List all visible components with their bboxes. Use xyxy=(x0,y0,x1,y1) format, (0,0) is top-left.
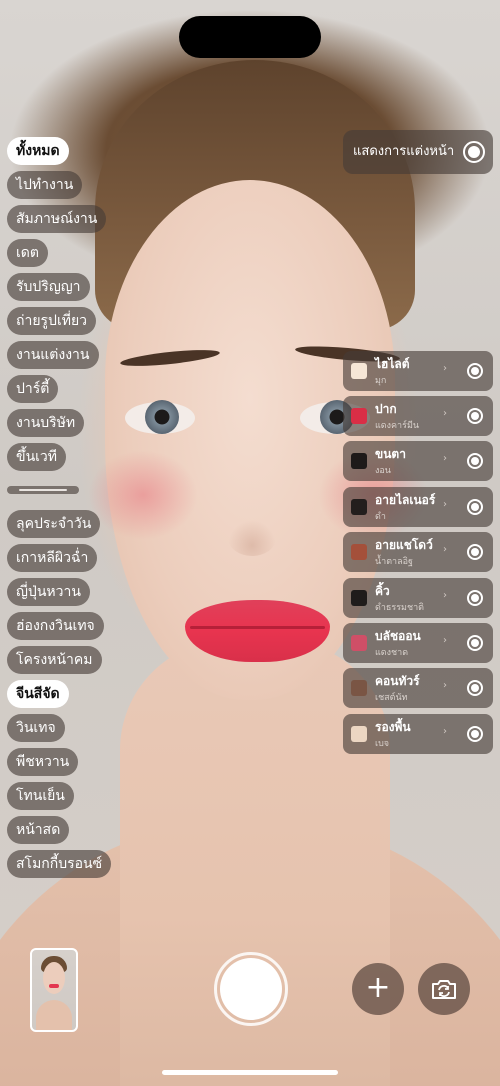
style-chip[interactable]: สโมกกี้บรอนซ์ xyxy=(7,850,112,878)
makeup-item-title: อายไลเนอร์ xyxy=(375,493,436,507)
makeup-item-title: อายแชโดว์ xyxy=(375,538,433,552)
category-chip[interactable]: เดต xyxy=(7,239,48,267)
makeup-item-brows[interactable]: คิ้ว ดำธรรมชาติ › xyxy=(343,578,493,618)
style-chip[interactable]: จีนสีจัด xyxy=(7,680,69,708)
makeup-item-shade: แดงชาด xyxy=(375,648,409,658)
category-chip[interactable]: ขึ้นเวที xyxy=(7,443,67,471)
color-swatch xyxy=(351,635,367,651)
makeup-item-eyeliner[interactable]: อายไลเนอร์ ดำ › xyxy=(343,487,493,527)
home-indicator xyxy=(162,1070,338,1075)
makeup-item-eyeshadow[interactable]: อายแชโดว์ น้ำตาลอิฐ › xyxy=(343,532,493,572)
makeup-item-title: คิ้ว xyxy=(375,584,390,598)
makeup-item-shade: เชสต์นัท xyxy=(375,693,408,703)
style-chip[interactable]: พีชหวาน xyxy=(7,748,79,776)
makeup-item-foundation[interactable]: รองพื้น เบจ › xyxy=(343,714,493,754)
category-chip[interactable]: รับปริญญา xyxy=(7,273,90,301)
thumbnail-lips xyxy=(49,984,59,988)
style-chip[interactable]: ญี่ปุ่นหวาน xyxy=(7,578,90,606)
makeup-item-shade: แดงคาร์มีน xyxy=(375,421,420,431)
makeup-item-title: ปาก xyxy=(375,402,397,416)
color-swatch xyxy=(351,590,367,606)
style-chip[interactable]: เกาหลีผิวฉ่ำ xyxy=(7,544,98,572)
lip-line xyxy=(190,626,325,629)
makeup-item-title: บลัชออน xyxy=(375,629,421,643)
category-chip[interactable]: ทั้งหมด xyxy=(7,137,69,165)
style-chip[interactable]: วินเทจ xyxy=(7,714,65,742)
chevron-right-icon: › xyxy=(443,680,447,691)
enabled-radio-icon[interactable] xyxy=(467,453,483,469)
enabled-radio-icon[interactable] xyxy=(467,499,483,515)
dynamic-island xyxy=(179,16,321,58)
show-makeup-toggle[interactable]: แสดงการแต่งหน้า xyxy=(343,130,493,174)
chevron-right-icon: › xyxy=(443,590,447,601)
category-chip[interactable]: ปาร์ตี้ xyxy=(7,375,59,403)
gallery-thumbnail[interactable] xyxy=(30,948,78,1032)
color-swatch xyxy=(351,408,367,424)
enabled-radio-icon[interactable] xyxy=(467,726,483,742)
chevron-right-icon: › xyxy=(443,726,447,737)
color-swatch xyxy=(351,544,367,560)
color-swatch xyxy=(351,453,367,469)
makeup-item-title: คอนทัวร์ xyxy=(375,674,420,688)
thumbnail-body xyxy=(36,1000,72,1030)
chevron-right-icon: › xyxy=(443,408,447,419)
chevron-right-icon: › xyxy=(443,544,447,555)
category-chip[interactable]: ถ่ายรูปเที่ยว xyxy=(7,307,97,335)
enabled-radio-icon[interactable] xyxy=(467,590,483,606)
makeup-item-lips[interactable]: ปาก แดงคาร์มีน › xyxy=(343,396,493,436)
enabled-radio-icon[interactable] xyxy=(467,635,483,651)
makeup-item-shade: มุก xyxy=(375,376,387,386)
model-lips xyxy=(185,600,330,662)
makeup-item-blush[interactable]: บลัชออน แดงชาด › xyxy=(343,623,493,663)
category-chip[interactable]: งานบริษัท xyxy=(7,409,85,437)
makeup-item-contour[interactable]: คอนทัวร์ เชสต์นัท › xyxy=(343,668,493,708)
chevron-right-icon: › xyxy=(443,499,447,510)
style-chip[interactable]: ลุคประจำวัน xyxy=(7,510,101,538)
makeup-item-highlight[interactable]: ไฮไลต์ มุก › xyxy=(343,351,493,391)
chevron-right-icon: › xyxy=(443,363,447,374)
shutter-button[interactable] xyxy=(220,958,282,1020)
add-button[interactable]: + xyxy=(352,963,404,1015)
makeup-item-shade: น้ำตาลอิฐ xyxy=(375,557,413,567)
enabled-radio-icon[interactable] xyxy=(467,408,483,424)
enabled-radio-icon[interactable] xyxy=(467,363,483,379)
makeup-item-shade: ดำธรรมชาติ xyxy=(375,603,424,613)
makeup-item-shade: ดำ xyxy=(375,512,386,522)
chevron-right-icon: › xyxy=(443,635,447,646)
category-chip[interactable]: สัมภาษณ์งาน xyxy=(7,205,107,233)
toggle-on-radio-icon[interactable] xyxy=(463,141,485,163)
show-makeup-label: แสดงการแต่งหน้า xyxy=(353,144,455,159)
flip-camera-button[interactable] xyxy=(418,963,470,1015)
makeup-item-shade: เบจ xyxy=(375,739,390,749)
plus-icon: + xyxy=(365,970,391,1005)
left-iris xyxy=(145,400,179,434)
left-blush xyxy=(88,450,198,540)
makeup-item-title: รองพื้น xyxy=(375,720,411,734)
chevron-right-icon: › xyxy=(443,453,447,464)
makeup-item-lashes[interactable]: ขนตา งอน › xyxy=(343,441,493,481)
thumbnail-face xyxy=(43,962,65,994)
makeup-item-shade: งอน xyxy=(375,466,391,476)
category-chip[interactable]: ไปทำงาน xyxy=(7,171,83,199)
enabled-radio-icon[interactable] xyxy=(467,544,483,560)
makeup-item-title: ขนตา xyxy=(375,447,406,461)
color-swatch xyxy=(351,363,367,379)
enabled-radio-icon[interactable] xyxy=(467,680,483,696)
style-chip[interactable]: โทนเย็น xyxy=(7,782,74,810)
style-chip[interactable]: หน้าสด xyxy=(7,816,70,844)
makeup-item-title: ไฮไลต์ xyxy=(375,357,410,371)
style-chip[interactable]: โครงหน้าคม xyxy=(7,646,102,674)
model-nose xyxy=(228,520,276,556)
flip-camera-icon xyxy=(432,980,456,999)
category-divider xyxy=(7,486,79,494)
color-swatch xyxy=(351,726,367,742)
style-chip[interactable]: ฮ่องกงวินเทจ xyxy=(7,612,104,640)
color-swatch xyxy=(351,499,367,515)
color-swatch xyxy=(351,680,367,696)
category-chip[interactable]: งานแต่งงาน xyxy=(7,341,99,369)
